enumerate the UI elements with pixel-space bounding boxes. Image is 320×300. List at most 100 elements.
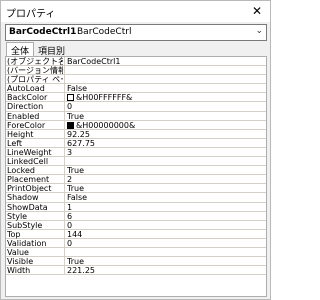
property-value[interactable]: True (67, 184, 264, 193)
property-name: ShowData (7, 202, 48, 212)
property-value[interactable]: &H00000000& (67, 121, 264, 130)
property-value[interactable] (67, 66, 264, 75)
property-value[interactable]: 6 (67, 212, 264, 221)
object-name: BarCodeCtrl1 (9, 27, 77, 37)
property-value[interactable]: &H00FFFFFF& (67, 93, 264, 102)
property-value[interactable]: 0 (67, 239, 264, 248)
color-swatch (67, 94, 74, 102)
tab-strip: 全体 項目別 (4, 42, 268, 57)
window-title: プロパティ (6, 9, 56, 20)
property-row[interactable]: Height 92.25 (6, 129, 266, 139)
property-value-text: 6 (67, 211, 73, 221)
property-value-text: False (67, 84, 88, 94)
property-value-text: 0 (67, 102, 73, 112)
property-name: PrintObject (7, 184, 52, 194)
property-row[interactable]: Left 627.75 (6, 138, 266, 148)
property-row[interactable]: (バージョン情報) (6, 66, 266, 76)
property-value-text: True (67, 166, 84, 176)
property-value[interactable]: 1 (67, 203, 264, 212)
property-value[interactable]: 627.75 (67, 139, 264, 148)
property-name: AutoLoad (7, 84, 45, 94)
property-row[interactable]: LinkedCell (6, 157, 266, 167)
column-divider (64, 184, 65, 194)
property-row[interactable]: Visible True (6, 257, 266, 267)
property-name: (バージョン情報) (7, 66, 63, 76)
property-row[interactable]: LineWeight 3 (6, 147, 266, 158)
property-value[interactable] (67, 248, 264, 257)
property-grid[interactable]: (オブジェクト名) BarCodeCtrl1 (バージョン情報)(プロパティ ページ… (5, 56, 267, 297)
property-value[interactable]: True (67, 257, 264, 266)
column-divider (64, 147, 65, 157)
property-row[interactable]: ShowData 1 (6, 202, 266, 212)
property-name: Style (7, 211, 28, 221)
property-value-text: 221.25 (67, 266, 95, 276)
property-value-text: 0 (67, 220, 73, 230)
property-row[interactable]: Enabled True (6, 111, 266, 121)
property-value-text: 144 (67, 229, 83, 239)
property-value[interactable]: 144 (67, 230, 264, 239)
property-name: Direction (7, 102, 44, 112)
property-value[interactable]: 221.25 (67, 266, 264, 275)
property-row[interactable]: BackColor &H00FFFFFF& (6, 93, 266, 103)
property-value-text: True (67, 184, 84, 194)
property-row[interactable]: SubStyle 0 (6, 220, 266, 230)
property-row[interactable]: AutoLoad False (6, 84, 266, 94)
property-value-text: 1 (67, 202, 73, 212)
property-name: Visible (7, 257, 34, 267)
column-divider (64, 84, 65, 94)
property-name: Width (7, 266, 31, 276)
column-divider (64, 211, 65, 221)
property-list: (オブジェクト名) BarCodeCtrl1 (バージョン情報)(プロパティ ページ… (6, 57, 266, 276)
property-value[interactable] (67, 75, 264, 84)
property-row[interactable]: (オブジェクト名) BarCodeCtrl1 (6, 57, 266, 67)
column-divider (64, 257, 65, 267)
column-divider (64, 111, 65, 121)
column-divider (64, 166, 65, 176)
property-name: Validation (7, 238, 47, 248)
property-value[interactable]: True (67, 166, 264, 175)
property-row[interactable]: Style 6 (6, 211, 266, 221)
property-row[interactable]: Placement 2 (6, 175, 266, 185)
property-name: Top (7, 229, 21, 239)
title-bar[interactable]: プロパティ ✕ (1, 1, 270, 22)
property-name: (オブジェクト名) (7, 57, 63, 66)
property-row[interactable]: Shadow False (6, 193, 266, 203)
property-value[interactable]: 0 (67, 221, 264, 230)
property-value[interactable]: 92.25 (67, 130, 264, 139)
column-divider (64, 193, 65, 203)
column-divider (64, 75, 65, 85)
property-row[interactable]: ForeColor &H00000000& (6, 120, 266, 130)
column-divider (64, 120, 65, 130)
property-value-text: 0 (67, 238, 73, 248)
property-row[interactable]: Direction 0 (6, 102, 266, 112)
property-row[interactable]: Validation 0 (6, 238, 266, 248)
property-row[interactable]: Width 221.25 (6, 266, 266, 276)
property-value[interactable]: 3 (67, 148, 264, 157)
property-row[interactable]: (プロパティ ページ) (6, 75, 266, 85)
property-name: Value (7, 247, 29, 257)
column-divider (64, 93, 65, 103)
property-value-text: &H00000000& (76, 120, 136, 130)
chevron-down-icon[interactable]: ⌄ (255, 26, 263, 36)
tab-alphabetic[interactable]: 全体 (6, 42, 35, 57)
property-value[interactable]: False (67, 84, 264, 93)
column-divider (64, 202, 65, 212)
column-divider (64, 57, 65, 66)
property-value[interactable]: True (67, 112, 264, 121)
object-selector-dropdown[interactable]: BarCodeCtrl1 BarCodeCtrl ⌄ (5, 24, 267, 41)
property-name: Shadow (7, 193, 39, 203)
column-divider (64, 175, 65, 185)
property-row[interactable]: PrintObject True (6, 184, 266, 194)
property-value[interactable]: 0 (67, 102, 264, 111)
property-value-text: &H00FFFFFF& (76, 93, 133, 103)
property-row[interactable]: Top 144 (6, 229, 266, 239)
property-name: Placement (7, 175, 50, 185)
property-name: BackColor (7, 93, 48, 103)
property-value[interactable] (67, 157, 264, 166)
property-value[interactable]: False (67, 193, 264, 202)
property-row[interactable]: Value (6, 247, 266, 258)
property-value[interactable]: 2 (67, 175, 264, 184)
property-row[interactable]: Locked True (6, 166, 266, 176)
close-icon[interactable]: ✕ (248, 3, 266, 19)
property-value[interactable]: BarCodeCtrl1 (67, 57, 264, 66)
